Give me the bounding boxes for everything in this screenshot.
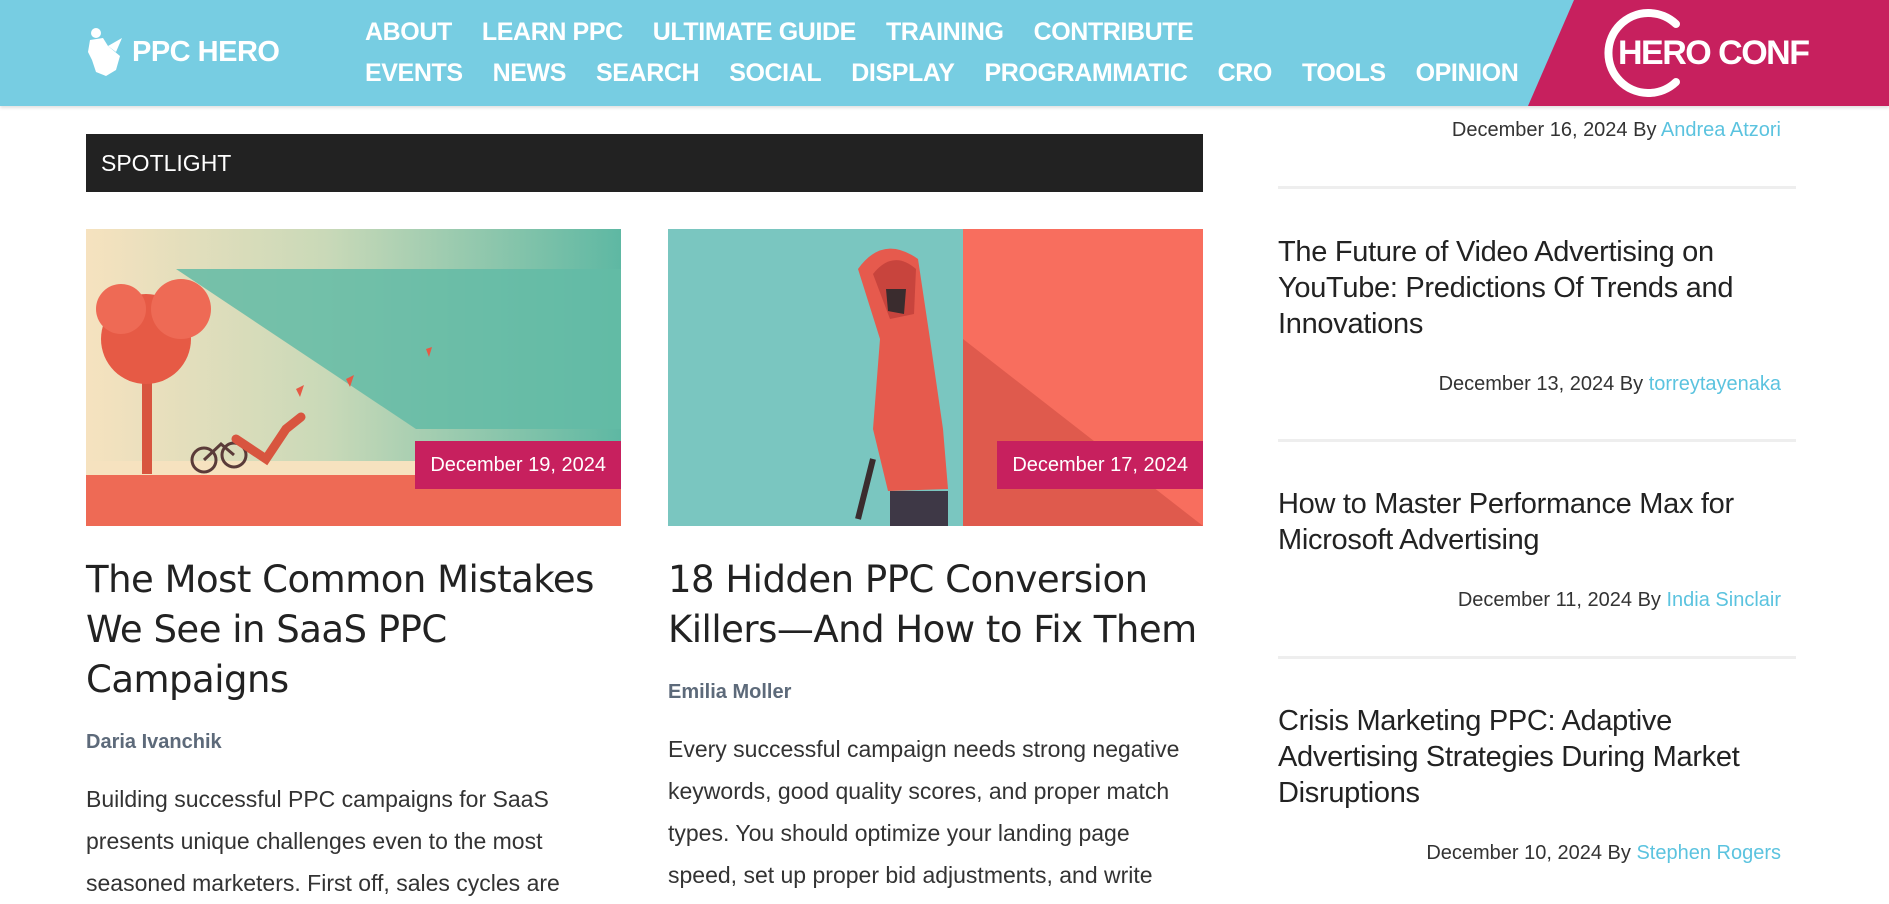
nav-learn-ppc[interactable]: LEARN PPC [482,18,623,47]
article-author[interactable]: Daria Ivanchik [86,731,222,754]
article-excerpt: Building successful PPC campaigns for Sa… [86,786,560,896]
sidebar-divider [1278,186,1796,189]
by-label: By [1637,589,1661,611]
by-label: By [1607,842,1631,864]
article-title[interactable]: 18 Hidden PPC Conversion Killers—And How… [668,555,1203,655]
sidebar-post-title[interactable]: Crisis Marketing PPC: Adaptive Advertisi… [1278,703,1798,811]
nav-cro[interactable]: CRO [1218,59,1273,88]
nav-contribute[interactable]: CONTRIBUTE [1034,18,1194,47]
nav-social[interactable]: SOCIAL [729,59,821,88]
nav-about[interactable]: ABOUT [365,18,452,47]
sidebar-post-meta: December 13, 2024 By torreytayenaka [1439,373,1781,396]
sidebar-post-meta: December 10, 2024 By Stephen Rogers [1426,842,1781,865]
post-author-link[interactable]: India Sinclair [1666,589,1781,611]
nav-display[interactable]: DISPLAY [851,59,955,88]
article-image-cyclist[interactable]: December 19, 2024 [86,229,621,526]
article-excerpt: Every successful campaign needs strong n… [668,736,1180,888]
post-date: December 11, 2024 [1457,589,1633,611]
site-header: PPC HERO ABOUT LEARN PPC ULTIMATE GUIDE … [0,0,1889,106]
post-author-link[interactable]: torreytayenaka [1649,373,1781,395]
sidebar-post-title[interactable]: The Future of Video Advertising on YouTu… [1278,234,1798,342]
spotlight-label: SPOTLIGHT [101,150,232,176]
post-author-link[interactable]: Andrea Atzori [1661,119,1781,141]
post-author-link[interactable]: Stephen Rogers [1636,842,1781,864]
primary-nav-row: ABOUT LEARN PPC ULTIMATE GUIDE TRAINING … [365,18,1223,47]
article-title[interactable]: The Most Common Mistakes We See in SaaS … [86,555,621,705]
article-date-badge: December 19, 2024 [415,441,621,489]
hero-conf-banner[interactable]: HERO CONF [1528,0,1889,106]
by-label: By [1619,373,1644,395]
post-date: December 10, 2024 [1426,842,1602,864]
site-logo[interactable]: PPC HERO [86,26,280,78]
article-card: December 19, 2024 The Most Common Mistak… [86,229,621,896]
nav-ultimate-guide[interactable]: ULTIMATE GUIDE [653,18,857,47]
secondary-nav-row: EVENTS NEWS SEARCH SOCIAL DISPLAY PROGRA… [365,59,1548,88]
nav-training[interactable]: TRAINING [886,18,1004,47]
article-image-hooded-figure[interactable]: December 17, 2024 [668,229,1203,526]
article-date-badge: December 17, 2024 [997,441,1203,489]
nav-programmatic[interactable]: PROGRAMMATIC [985,59,1188,88]
nav-search[interactable]: SEARCH [596,59,700,88]
spotlight-heading: SPOTLIGHT [86,134,1203,192]
nav-news[interactable]: NEWS [493,59,567,88]
nav-events[interactable]: EVENTS [365,59,463,88]
nav-opinion[interactable]: OPINION [1416,59,1519,88]
post-date: December 16, 2024 [1451,119,1628,141]
logo-text: PPC HERO [132,35,280,68]
sidebar-divider [1278,439,1796,442]
by-label: By [1633,119,1657,141]
nav-tools[interactable]: TOOLS [1302,59,1386,88]
hero-mascot-icon [88,28,122,76]
sidebar-post-title[interactable]: How to Master Performance Max for Micros… [1278,486,1798,558]
sidebar-post-meta: December 11, 2024 By India Sinclair [1458,589,1781,612]
hero-conf-text: HERO CONF [1618,34,1810,72]
sidebar-post-meta: December 16, 2024 By Andrea Atzori [1452,119,1781,142]
article-author[interactable]: Emilia Moller [668,681,791,704]
article-card: December 17, 2024 18 Hidden PPC Conversi… [668,229,1203,888]
post-date: December 13, 2024 [1438,373,1615,395]
sidebar-divider [1278,656,1796,659]
